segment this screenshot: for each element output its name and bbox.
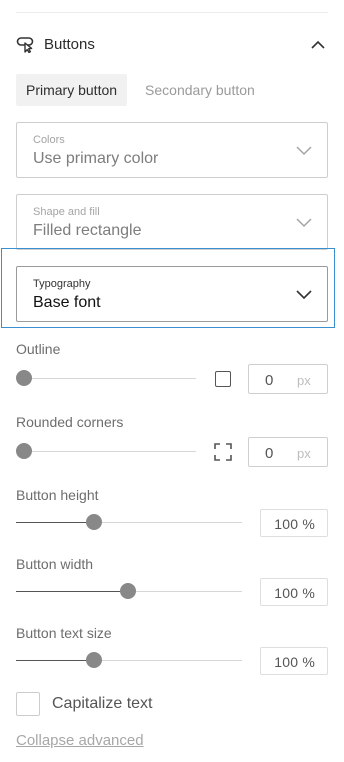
outline-unit: px	[297, 373, 311, 388]
collapse-advanced-link[interactable]: Collapse advanced	[16, 732, 144, 749]
rounded-slider-knob[interactable]	[16, 443, 32, 459]
colors-select[interactable]: Colors Use primary color	[16, 122, 328, 178]
section-title: Buttons	[44, 35, 95, 53]
chevron-down-icon	[296, 290, 312, 300]
rounded-corners-label: Rounded corners	[16, 414, 124, 430]
capitalize-checkbox[interactable]	[16, 692, 40, 716]
button-tabs: Primary button Secondary button	[16, 74, 255, 106]
rounded-slider-track[interactable]	[24, 451, 196, 452]
typography-select-label: Typography	[33, 278, 91, 290]
text-size-slider-knob[interactable]	[86, 652, 102, 668]
shape-select-label: Shape and fill	[33, 206, 100, 218]
width-value: 100 %	[274, 585, 315, 601]
buttons-section-header[interactable]: Buttons	[16, 30, 328, 58]
typography-select-value: Base font	[33, 294, 101, 311]
rounded-value-input[interactable]: 0 px	[248, 437, 328, 467]
width-slider-fill	[16, 591, 128, 592]
rounded-value: 0	[265, 445, 274, 462]
rounded-corners-icon[interactable]	[214, 443, 232, 461]
colors-select-value: Use primary color	[33, 150, 159, 167]
text-size-slider-fill	[16, 660, 94, 661]
outline-slider-knob[interactable]	[16, 370, 32, 386]
rounded-unit: px	[297, 446, 311, 461]
width-value-input[interactable]: 100 %	[260, 578, 328, 606]
outline-square-icon[interactable]	[215, 371, 231, 387]
width-slider-knob[interactable]	[120, 583, 136, 599]
height-slider-knob[interactable]	[86, 514, 102, 530]
outline-slider-track[interactable]	[24, 378, 196, 379]
top-divider	[16, 12, 328, 13]
chevron-down-icon	[296, 218, 312, 228]
tab-primary-button[interactable]: Primary button	[16, 74, 128, 106]
button-width-label: Button width	[16, 556, 94, 572]
colors-select-label: Colors	[33, 134, 65, 146]
text-size-value-input[interactable]: 100 %	[260, 647, 328, 675]
button-cursor-icon	[16, 33, 38, 55]
outline-value-input[interactable]: 0 px	[248, 364, 328, 394]
shape-select-value: Filled rectangle	[33, 222, 142, 239]
typography-select[interactable]: Typography Base font	[16, 266, 328, 322]
shape-select[interactable]: Shape and fill Filled rectangle	[16, 194, 328, 250]
chevron-down-icon	[296, 146, 312, 156]
text-size-value: 100 %	[274, 654, 315, 670]
button-text-size-label: Button text size	[16, 625, 112, 641]
button-height-label: Button height	[16, 487, 99, 503]
outline-value: 0	[265, 372, 274, 389]
outline-label: Outline	[16, 341, 61, 357]
height-slider-fill	[16, 522, 94, 523]
chevron-up-icon[interactable]	[308, 34, 328, 54]
tab-secondary-button[interactable]: Secondary button	[145, 74, 255, 106]
height-value: 100 %	[274, 516, 315, 532]
height-value-input[interactable]: 100 %	[260, 509, 328, 537]
capitalize-label[interactable]: Capitalize text	[52, 695, 153, 713]
